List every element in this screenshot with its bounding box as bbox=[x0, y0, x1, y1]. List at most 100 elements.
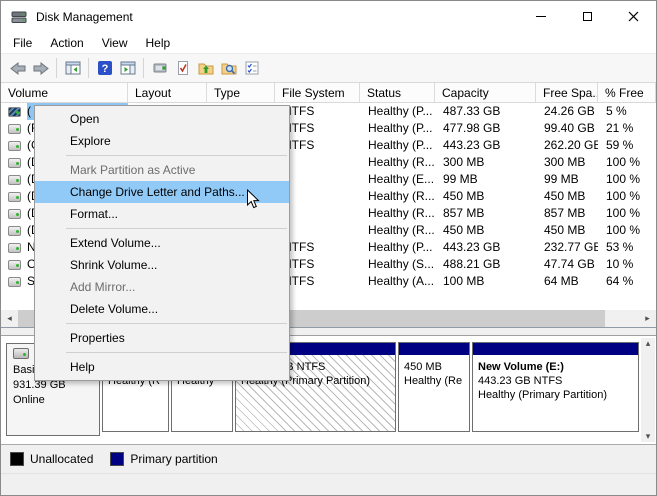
scroll-down-icon[interactable]: ▾ bbox=[646, 431, 651, 442]
cell-pct-free: 5 % bbox=[606, 104, 627, 118]
partition-block[interactable]: New Volume (E:) 443.23 GB NTFS Healthy (… bbox=[472, 342, 639, 432]
menu-item-add-mirror: Add Mirror... bbox=[70, 280, 136, 294]
scroll-up-icon[interactable]: ▴ bbox=[646, 338, 651, 349]
cell-status: Healthy (E... bbox=[368, 172, 435, 186]
column-header-pct-free[interactable]: % Free bbox=[598, 83, 656, 102]
menu-item-help[interactable]: Help bbox=[35, 356, 289, 378]
cell-pct-free: 100 % bbox=[606, 155, 641, 169]
close-button[interactable] bbox=[610, 1, 656, 32]
cell-free-space: 450 MB bbox=[544, 223, 586, 237]
cell-status: Healthy (P... bbox=[368, 240, 433, 254]
back-arrow-icon[interactable] bbox=[6, 56, 29, 80]
cell-status: Healthy (R... bbox=[368, 206, 435, 220]
menu-item-explore[interactable]: Explore bbox=[35, 130, 289, 152]
volume-icon bbox=[8, 140, 21, 151]
unallocated-swatch bbox=[10, 452, 24, 466]
volume-icon bbox=[8, 174, 21, 185]
close-icon bbox=[628, 11, 638, 22]
menu-help[interactable]: Help bbox=[137, 36, 180, 50]
volume-icon bbox=[8, 242, 21, 253]
checklist-icon[interactable] bbox=[240, 56, 263, 80]
cell-pct-free: 64 % bbox=[606, 274, 634, 288]
cell-free-space: 300 MB bbox=[544, 155, 586, 169]
menu-view[interactable]: View bbox=[93, 36, 137, 50]
title-bar: Disk Management bbox=[1, 1, 656, 32]
scroll-right-icon[interactable]: ▸ bbox=[639, 310, 656, 327]
mouse-cursor bbox=[246, 188, 260, 213]
context-menu: Open Explore Mark Partition as Active Ch… bbox=[34, 105, 290, 381]
folder-search-icon[interactable] bbox=[217, 56, 240, 80]
cell-free-space: 857 MB bbox=[544, 206, 586, 220]
volume-icon bbox=[8, 123, 21, 134]
cell-capacity: 488.21 GB bbox=[443, 257, 501, 271]
partition-size: 450 MB bbox=[404, 361, 442, 373]
cell-free-space: 232.77 GB bbox=[544, 240, 598, 254]
document-check-icon[interactable] bbox=[171, 56, 194, 80]
folder-up-icon[interactable] bbox=[194, 56, 217, 80]
cell-capacity: 100 MB bbox=[443, 274, 485, 288]
column-header-volume[interactable]: Volume bbox=[1, 83, 128, 102]
column-header-type[interactable]: Type bbox=[207, 83, 275, 102]
partition-name: New Volume (E:) bbox=[478, 361, 564, 373]
maximize-button[interactable] bbox=[564, 1, 610, 32]
column-header-status[interactable]: Status bbox=[360, 83, 435, 102]
menu-separator bbox=[66, 155, 287, 156]
menu-item-open[interactable]: Open bbox=[35, 108, 289, 130]
column-header-file-system[interactable]: File System bbox=[275, 83, 360, 102]
partition-size: 443.23 GB NTFS bbox=[478, 375, 563, 387]
cell-status: Healthy (R... bbox=[368, 155, 435, 169]
primary-partition-swatch bbox=[110, 452, 125, 466]
action-pane-icon[interactable] bbox=[116, 56, 139, 80]
partition-color-bar bbox=[399, 343, 469, 355]
cell-status: Healthy (R... bbox=[368, 223, 435, 237]
minimize-icon bbox=[536, 16, 546, 17]
cell-capacity: 443.23 GB bbox=[443, 240, 501, 254]
cell-status: Healthy (R... bbox=[368, 189, 435, 203]
volume-icon bbox=[8, 259, 21, 270]
column-header-layout[interactable]: Layout bbox=[128, 83, 207, 102]
toolbar-separator bbox=[56, 58, 57, 78]
menu-action[interactable]: Action bbox=[41, 36, 92, 50]
menu-item-shrink-volume[interactable]: Shrink Volume... bbox=[35, 254, 289, 276]
cell-pct-free: 21 % bbox=[606, 121, 634, 135]
partition-color-bar bbox=[473, 343, 638, 355]
cell-pct-free: 100 % bbox=[606, 189, 641, 203]
menu-file[interactable]: File bbox=[4, 36, 41, 50]
menu-separator bbox=[66, 323, 287, 324]
cell-status: Healthy (A... bbox=[368, 274, 435, 288]
console-tree-icon[interactable] bbox=[61, 56, 84, 80]
cell-capacity: 300 MB bbox=[443, 155, 485, 169]
menu-bar: File Action View Help bbox=[1, 32, 656, 53]
volume-icon bbox=[8, 191, 21, 202]
partition-status: Healthy (Primary Partition) bbox=[478, 389, 607, 401]
cell-pct-free: 53 % bbox=[606, 240, 634, 254]
help-icon[interactable]: ? bbox=[93, 56, 116, 80]
scroll-left-icon[interactable]: ◂ bbox=[1, 310, 18, 327]
cell-capacity: 450 MB bbox=[443, 223, 485, 237]
menu-item-delete-volume[interactable]: Delete Volume... bbox=[35, 298, 289, 320]
column-header-capacity[interactable]: Capacity bbox=[435, 83, 536, 102]
volume-icon bbox=[8, 106, 21, 117]
menu-item-properties[interactable]: Properties bbox=[35, 327, 289, 349]
toolbar-separator bbox=[88, 58, 89, 78]
cell-pct-free: 100 % bbox=[606, 206, 641, 220]
forward-arrow-icon[interactable] bbox=[29, 56, 52, 80]
cell-capacity: 477.98 GB bbox=[443, 121, 501, 135]
cell-pct-free: 100 % bbox=[606, 223, 641, 237]
minimize-button[interactable] bbox=[518, 1, 564, 32]
partition-block[interactable]: 450 MB Healthy (Re bbox=[398, 342, 470, 432]
toolbar-separator bbox=[143, 58, 144, 78]
volume-icon bbox=[8, 208, 21, 219]
cell-capacity: 99 MB bbox=[443, 172, 478, 186]
toolbar: ? bbox=[1, 53, 656, 83]
legend-label-primary: Primary partition bbox=[130, 452, 218, 466]
popup-window-icon[interactable] bbox=[148, 56, 171, 80]
volume-icon bbox=[8, 276, 21, 287]
vertical-scrollbar[interactable]: ▴ ▾ bbox=[641, 338, 655, 442]
menu-item-mark-partition-active: Mark Partition as Active bbox=[70, 163, 196, 177]
table-header: Volume Layout Type File System Status Ca… bbox=[1, 83, 656, 103]
column-header-free-space[interactable]: Free Spa... bbox=[536, 83, 598, 102]
cell-status: Healthy (S... bbox=[368, 257, 435, 271]
menu-item-extend-volume[interactable]: Extend Volume... bbox=[35, 232, 289, 254]
partition-status: Healthy (Re bbox=[404, 375, 463, 387]
